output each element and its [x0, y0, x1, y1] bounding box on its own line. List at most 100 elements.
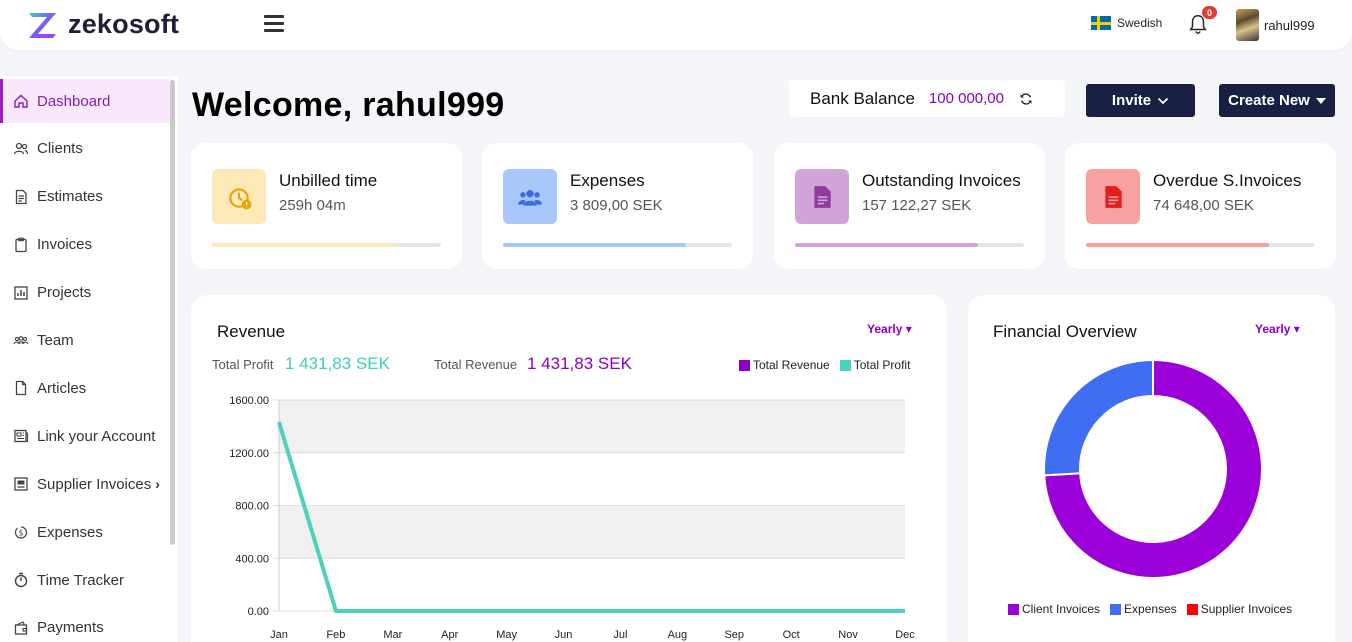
legend-label: Total Profit — [853, 358, 911, 372]
clipboard-icon — [13, 237, 29, 253]
stat-card-value: 74 648,00 SEK — [1153, 197, 1254, 214]
top-bar: zekosoft Swedish 0 rahul999 — [0, 0, 1352, 50]
chevron-right-icon: › — [155, 476, 160, 493]
users-icon — [13, 141, 29, 157]
total-profit-value: 1 431,83 SEK — [285, 354, 390, 373]
create-new-label: Create New — [1228, 92, 1310, 109]
sidebar-item-estimates[interactable]: Estimates — [0, 175, 170, 219]
sidebar-item-label: Projects — [37, 284, 92, 302]
stat-card-value: 157 122,27 SEK — [862, 197, 972, 214]
sidebar-item-label: Link your Account — [37, 427, 156, 445]
bank-balance-value: 100 000,00 — [928, 90, 1004, 107]
stat-card-progress — [212, 243, 441, 247]
sidebar-item-time-tracker[interactable]: Time Tracker — [0, 558, 170, 602]
total-revenue-value: 1 431,83 SEK — [527, 354, 632, 373]
stat-card-progress — [1086, 243, 1315, 247]
stat-card-value: 259h 04m — [279, 197, 346, 214]
sidebar-item-label: Clients — [37, 140, 83, 158]
sidebar-item-invoices[interactable]: Invoices — [0, 223, 170, 267]
brand-name: zekosoft — [68, 9, 180, 39]
stat-card-value: 3 809,00 SEK — [570, 197, 663, 214]
sidebar-item-label: Payments — [37, 619, 104, 637]
team-icon — [13, 333, 29, 349]
menu-toggle-icon[interactable] — [264, 15, 284, 33]
username: rahul999 — [1264, 17, 1315, 33]
sidebar-item-clients[interactable]: Clients — [0, 127, 170, 171]
revenue-legend: Total Revenue Total Profit — [739, 358, 910, 372]
logo-mark-icon — [29, 12, 56, 38]
stat-card-overdue-s-invoices[interactable]: Overdue S.Invoices 74 648,00 SEK — [1065, 143, 1336, 269]
logo[interactable]: zekosoft — [26, 9, 179, 40]
financial-donut-chart — [1043, 358, 1263, 579]
people-group-icon — [503, 169, 557, 224]
refresh-icon[interactable] — [1018, 91, 1034, 107]
stat-card-progress — [795, 243, 1024, 247]
language-selector[interactable]: Swedish — [1091, 16, 1162, 30]
bank-balance-label: Bank Balance — [810, 88, 915, 108]
caret-down-icon: ▾ — [905, 322, 912, 336]
total-revenue-label: Total Revenue — [434, 357, 518, 372]
document-icon — [13, 189, 29, 205]
file-icon — [13, 380, 29, 396]
sidebar-scrollbar[interactable] — [170, 80, 175, 545]
sidebar-item-projects[interactable]: Projects — [0, 271, 170, 315]
caret-down-icon — [1315, 97, 1326, 104]
revenue-period-dropdown[interactable]: Yearly ▾ — [867, 322, 912, 336]
legend-swatch — [739, 359, 750, 371]
stat-card-progress — [503, 243, 732, 247]
page-title: Welcome, rahul999 — [192, 86, 505, 124]
bank-balance-box: Bank Balance 100 000,00 — [789, 80, 1065, 117]
sidebar-item-expenses[interactable]: $ Expenses — [0, 510, 170, 554]
invite-button[interactable]: Invite — [1086, 84, 1195, 117]
sidebar-item-label: Time Tracker — [37, 571, 124, 589]
avatar — [1236, 9, 1259, 41]
bar-chart-icon — [13, 285, 29, 301]
revenue-period-label: Yearly — [867, 322, 903, 336]
stat-card-title: Unbilled time — [279, 171, 378, 190]
total-profit-label: Total Profit — [212, 357, 274, 372]
sweden-flag-icon — [1091, 16, 1111, 30]
sidebar-item-label: Articles — [37, 379, 87, 397]
pdf-doc-icon — [1086, 169, 1140, 224]
wallet-icon — [13, 620, 29, 636]
invoice-doc-icon — [795, 169, 849, 224]
notification-badge: 0 — [1201, 5, 1218, 20]
stat-card-expenses[interactable]: Expenses 3 809,00 SEK — [482, 143, 753, 269]
stat-card-title: Expenses — [570, 171, 645, 190]
stat-card-title: Overdue S.Invoices — [1153, 171, 1302, 190]
money-icon: $ — [13, 524, 29, 540]
stat-card-title: Outstanding Invoices — [862, 171, 1021, 190]
sidebar-item-label: Estimates — [37, 188, 103, 206]
sidebar-item-articles[interactable]: Articles — [0, 366, 170, 410]
revenue-panel: Revenue Yearly ▾ Total Profit 1 431,83 S… — [191, 295, 947, 642]
stopwatch-icon — [13, 572, 29, 588]
revenue-title: Revenue — [217, 322, 286, 341]
sidebar-item-label: Dashboard — [37, 92, 111, 110]
create-new-button[interactable]: Create New — [1219, 84, 1335, 117]
sidebar-item-label: Invoices — [37, 236, 93, 254]
stat-card-unbilled-time[interactable]: Unbilled time 259h 04m — [191, 143, 462, 269]
language-label: Swedish — [1117, 16, 1163, 30]
sidebar-item-dashboard[interactable]: Dashboard — [0, 79, 170, 123]
receipt-icon — [13, 476, 29, 492]
legend-swatch — [839, 359, 851, 371]
clock-alert-icon — [212, 169, 266, 224]
sidebar-item-link-your-account[interactable]: Link your Account — [0, 414, 170, 458]
legend-item[interactable]: Total Revenue — [739, 358, 830, 372]
legend-label: Total Revenue — [753, 358, 830, 372]
sidebar-item-payments[interactable]: Payments — [0, 606, 170, 642]
donut-slice-expenses[interactable] — [1043, 358, 1154, 477]
svg-text:$: $ — [18, 529, 23, 538]
sidebar-item-supplier-invoices[interactable]: Supplier Invoices › — [0, 462, 170, 506]
sidebar-item-label: Team — [37, 332, 74, 349]
sidebar-item-label: Supplier Invoices — [37, 475, 152, 493]
user-menu[interactable]: rahul999 — [1236, 9, 1315, 41]
sidebar-item-team[interactable]: Team — [0, 319, 170, 363]
stat-card-outstanding-invoices[interactable]: Outstanding Invoices 157 122,27 SEK — [774, 143, 1045, 269]
legend-item[interactable]: Total Profit — [839, 358, 911, 372]
home-icon — [13, 93, 29, 109]
invite-label: Invite — [1111, 92, 1152, 109]
chevron-down-icon — [1157, 97, 1169, 104]
sidebar-item-label: Expenses — [37, 523, 103, 541]
newspaper-icon — [13, 428, 29, 444]
